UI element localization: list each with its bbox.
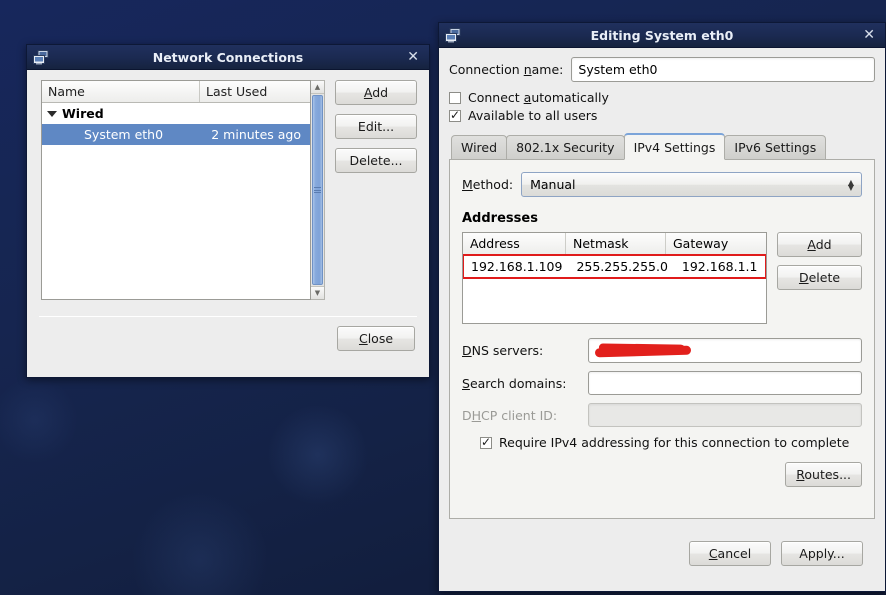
connections-list-wrap: Name Last Used Wired System eth0 2 minut… <box>41 80 325 300</box>
connection-name-row: Connection name: System eth0 <box>449 57 875 82</box>
gateway-cell[interactable]: 192.168.1.1 <box>675 256 765 277</box>
chevron-updown-icon: ▲ ▼ <box>847 177 854 192</box>
method-selected-value: Manual <box>530 177 576 192</box>
tab-ipv6-settings[interactable]: IPv6 Settings <box>724 135 827 159</box>
table-row[interactable]: System eth0 2 minutes ago <box>42 124 310 145</box>
close-button[interactable]: Close <box>337 326 415 351</box>
addresses-table[interactable]: Address Netmask Gateway 192.168.1.109 25… <box>462 232 767 324</box>
available-all-users-row[interactable]: Available to all users <box>449 108 875 123</box>
connection-name-cell: System eth0 <box>84 127 164 142</box>
editing-connection-dialog: Editing System eth0 ✕ Connection name: S… <box>438 22 886 592</box>
network-computers-icon <box>33 49 50 65</box>
dns-servers-input[interactable] <box>588 338 862 363</box>
addresses-table-header: Address Netmask Gateway <box>463 233 766 255</box>
scrollbar-thumb[interactable] <box>312 95 323 285</box>
require-ipv4-checkbox[interactable] <box>480 435 492 449</box>
addresses-area: Address Netmask Gateway 192.168.1.109 25… <box>462 232 862 324</box>
connection-last-used-cell: 2 minutes ago <box>211 127 301 142</box>
require-ipv4-row[interactable]: Require IPv4 addressing for this connect… <box>480 435 862 450</box>
network-connections-window: Network Connections ✕ Name Last Used Wir… <box>26 44 430 378</box>
connections-list-scrollbar[interactable]: ▲ ▼ <box>311 80 325 300</box>
search-domains-input[interactable] <box>588 371 862 395</box>
cancel-button[interactable]: Cancel <box>689 541 771 566</box>
network-connections-footer: Close <box>27 317 429 361</box>
delete-button[interactable]: Delete... <box>335 148 417 173</box>
edit-button[interactable]: Edit... <box>335 114 417 139</box>
tab-wired[interactable]: Wired <box>451 135 508 159</box>
ipv4-settings-panel: Method: Manual ▲ ▼ Addresses Address Netm… <box>449 159 875 519</box>
group-row-wired[interactable]: Wired <box>42 103 310 124</box>
connect-automatically-checkbox[interactable] <box>449 91 461 104</box>
column-header-address[interactable]: Address <box>463 233 566 254</box>
desktop-background: Network Connections ✕ Name Last Used Wir… <box>0 0 886 595</box>
available-all-users-checkbox[interactable] <box>449 108 461 122</box>
dns-servers-label: DNS servers: <box>462 343 544 358</box>
dhcp-client-id-row: DHCP client ID: <box>462 403 862 427</box>
close-icon[interactable]: ✕ <box>859 26 879 44</box>
scrollbar-grip <box>314 186 321 195</box>
tab-8021x-security[interactable]: 802.1x Security <box>506 135 625 159</box>
search-domains-row: Search domains: <box>462 371 862 395</box>
connections-actions: Add Edit... Delete... <box>335 80 417 300</box>
editing-dialog-titlebar[interactable]: Editing System eth0 ✕ <box>439 23 885 48</box>
editing-dialog-body: Connection name: System eth0 Connect aut… <box>439 48 885 578</box>
editing-dialog-title: Editing System eth0 <box>590 27 734 43</box>
scroll-down-icon[interactable]: ▼ <box>311 286 324 299</box>
add-button[interactable]: Add <box>335 80 417 105</box>
dhcp-client-id-input <box>588 403 862 427</box>
close-button-mnemonic: C <box>358 331 368 346</box>
addresses-section-title: Addresses <box>462 211 538 226</box>
connect-automatically-row[interactable]: Connect automatically <box>449 90 875 105</box>
routes-row: Routes... <box>462 462 862 487</box>
available-all-users-label: Available to all users <box>468 108 598 123</box>
editing-dialog-footer: Cancel Apply... <box>449 529 875 578</box>
require-ipv4-label: Require IPv4 addressing for this connect… <box>499 435 850 450</box>
routes-button[interactable]: Routes... <box>785 462 862 487</box>
column-header-netmask[interactable]: Netmask <box>566 233 666 254</box>
add-button-mnemonic: A <box>363 85 373 100</box>
apply-button[interactable]: Apply... <box>781 541 863 566</box>
scroll-up-icon[interactable]: ▲ <box>311 81 324 94</box>
network-connections-content: Name Last Used Wired System eth0 2 minut… <box>27 70 429 310</box>
chevron-down-icon[interactable] <box>47 110 57 117</box>
dns-servers-row: DNS servers: <box>462 338 862 363</box>
connect-automatically-label: Connect automatically <box>468 90 609 105</box>
connections-list[interactable]: Name Last Used Wired System eth0 2 minut… <box>41 80 311 300</box>
connection-name-label: Connection name: <box>449 62 564 77</box>
group-label: Wired <box>62 106 104 121</box>
method-row: Method: Manual ▲ ▼ <box>462 172 862 197</box>
address-delete-button[interactable]: Delete <box>777 265 862 290</box>
netmask-cell[interactable]: 255.255.255.0 <box>569 256 674 277</box>
table-row[interactable]: 192.168.1.109 255.255.255.0 192.168.1.1 <box>463 254 766 279</box>
close-icon[interactable]: ✕ <box>403 48 423 66</box>
settings-tabs: Wired 802.1x Security IPv4 Settings IPv6… <box>449 133 875 160</box>
column-header-last-used[interactable]: Last Used <box>200 81 310 102</box>
method-label: Method: <box>462 177 514 192</box>
address-add-button[interactable]: Add <box>777 232 862 257</box>
dhcp-client-id-label: DHCP client ID: <box>462 407 558 423</box>
connection-name-input[interactable]: System eth0 <box>571 57 875 82</box>
search-domains-label: Search domains: <box>462 375 567 391</box>
column-header-name[interactable]: Name <box>42 81 200 102</box>
connections-list-header: Name Last Used <box>42 81 310 103</box>
network-computers-icon <box>445 27 462 43</box>
column-header-gateway[interactable]: Gateway <box>666 233 766 254</box>
method-select[interactable]: Manual ▲ ▼ <box>521 172 862 197</box>
network-connections-titlebar[interactable]: Network Connections ✕ <box>27 45 429 70</box>
address-cell[interactable]: 192.168.1.109 <box>464 256 569 277</box>
tab-ipv4-settings[interactable]: IPv4 Settings <box>623 133 726 160</box>
network-connections-title: Network Connections <box>152 49 304 65</box>
redaction-mark <box>594 345 692 358</box>
addresses-actions: Add Delete <box>777 232 862 290</box>
